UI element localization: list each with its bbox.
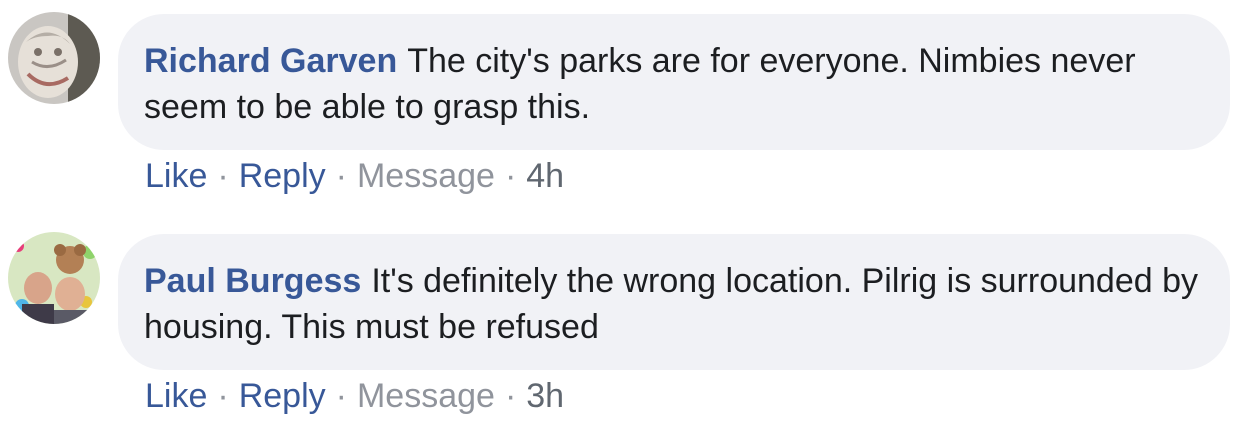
comment-body: Paul Burgess It's definitely the wrong lo…: [144, 258, 1204, 350]
reply-button[interactable]: Reply: [239, 377, 326, 415]
comment-bubble: Richard Garven The city's parks are for e…: [118, 14, 1230, 150]
comment-actions: Like · Reply · Message · 3h: [145, 376, 564, 416]
separator: ·: [504, 157, 517, 195]
comment-timestamp[interactable]: 3h: [526, 377, 564, 415]
comment-author[interactable]: Paul Burgess: [144, 262, 361, 300]
comment-timestamp[interactable]: 4h: [526, 157, 564, 195]
separator: ·: [335, 157, 347, 195]
avatar-image: [8, 12, 100, 104]
separator: ·: [504, 377, 517, 415]
reply-button[interactable]: Reply: [239, 157, 326, 195]
comment-author[interactable]: Richard Garven: [144, 42, 397, 80]
avatar[interactable]: [8, 12, 100, 104]
message-button[interactable]: Message: [357, 157, 495, 195]
like-button[interactable]: Like: [145, 157, 207, 195]
comment-bubble: Paul Burgess It's definitely the wrong lo…: [118, 234, 1230, 370]
message-button[interactable]: Message: [357, 377, 495, 415]
comment-actions: Like · Reply · Message · 4h: [145, 156, 564, 196]
avatar-image: [8, 232, 100, 324]
separator: ·: [335, 377, 347, 415]
comment-body: Richard Garven The city's parks are for e…: [144, 38, 1204, 130]
avatar[interactable]: [8, 232, 100, 324]
separator: ·: [217, 377, 229, 415]
separator: ·: [217, 157, 229, 195]
like-button[interactable]: Like: [145, 377, 207, 415]
